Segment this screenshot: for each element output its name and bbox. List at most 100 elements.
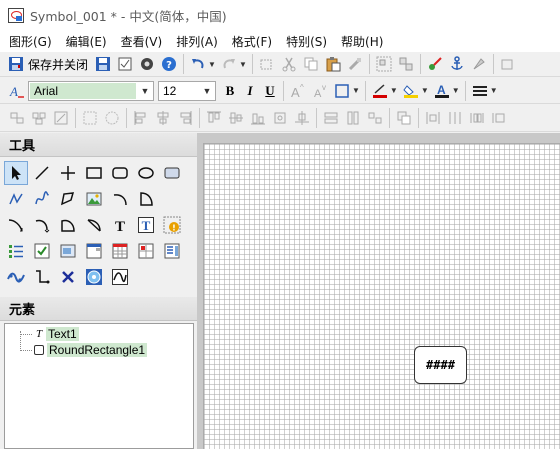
events-button[interactable] <box>469 54 489 74</box>
pie-tool[interactable] <box>134 187 158 211</box>
align-middle-button[interactable] <box>226 108 246 128</box>
chevron-down-icon[interactable]: ▼ <box>137 82 153 100</box>
bold-button[interactable]: B <box>220 83 240 99</box>
font-color-dropdown-icon[interactable]: ▼ <box>452 86 460 95</box>
italic-button[interactable]: I <box>240 83 260 99</box>
font-size-combo[interactable]: 12 ▼ <box>158 80 216 101</box>
anchor-button[interactable] <box>447 54 467 74</box>
properties-button[interactable] <box>115 54 135 74</box>
space-equal-button[interactable] <box>467 108 487 128</box>
border-dropdown-icon[interactable]: ▼ <box>352 86 360 95</box>
polygon-tool[interactable] <box>56 187 80 211</box>
pointer-tool[interactable] <box>4 161 28 185</box>
align-button-3[interactable] <box>51 108 71 128</box>
delete-tool[interactable] <box>56 265 80 289</box>
freehand-tool[interactable] <box>30 187 54 211</box>
table-tool[interactable] <box>108 239 132 263</box>
curve-tool[interactable] <box>30 213 54 237</box>
form-tool[interactable] <box>160 239 184 263</box>
underline-button[interactable]: U <box>260 83 280 99</box>
arc-tool[interactable] <box>108 187 132 211</box>
align-right-button[interactable] <box>175 108 195 128</box>
text-style-button[interactable]: A <box>7 81 27 101</box>
closed-curve-tool[interactable] <box>56 213 80 237</box>
border-button[interactable] <box>332 81 352 101</box>
align-button-5[interactable] <box>102 108 122 128</box>
tree-item-roundrectangle1[interactable]: RoundRectangle1 <box>5 342 148 358</box>
chevron-down-icon[interactable]: ▼ <box>199 82 215 100</box>
menu-edit[interactable]: 编辑(E) <box>59 33 114 50</box>
globe-tool[interactable] <box>82 265 106 289</box>
rectangle-tool[interactable] <box>82 161 106 185</box>
menu-arrange[interactable]: 排列(A) <box>169 33 225 50</box>
image-tool[interactable] <box>82 187 106 211</box>
checkbox-tool[interactable] <box>30 239 54 263</box>
rounded-rectangle-tool[interactable] <box>108 161 132 185</box>
format-painter-button[interactable] <box>345 54 365 74</box>
align-button-4[interactable] <box>80 108 100 128</box>
align-top-button[interactable] <box>204 108 224 128</box>
connector-tool[interactable] <box>30 265 54 289</box>
line-tool[interactable] <box>30 161 54 185</box>
line-color-dropdown-icon[interactable]: ▼ <box>390 86 398 95</box>
line-color-button[interactable] <box>370 81 390 101</box>
button-rect-tool[interactable] <box>160 161 184 185</box>
redo-dropdown-icon[interactable]: ▼ <box>239 60 247 69</box>
menu-format[interactable]: 格式(F) <box>225 33 279 50</box>
polyline-tool[interactable] <box>4 187 28 211</box>
save-button[interactable] <box>93 54 113 74</box>
undo-button[interactable] <box>188 54 208 74</box>
list-tool[interactable] <box>4 239 28 263</box>
line-style-dropdown-icon[interactable]: ▼ <box>490 86 498 95</box>
center-button[interactable] <box>292 108 312 128</box>
select-button[interactable] <box>257 54 277 74</box>
ungroup-button[interactable] <box>396 54 416 74</box>
font-name-combo[interactable]: Arial ▼ <box>28 80 154 101</box>
same-width-button[interactable] <box>321 108 341 128</box>
ellipse-tool[interactable] <box>134 161 158 185</box>
space-vert-button[interactable] <box>445 108 465 128</box>
copy-button[interactable] <box>301 54 321 74</box>
grid-tool[interactable] <box>134 239 158 263</box>
align-button-1[interactable] <box>7 108 27 128</box>
line-style-button[interactable] <box>470 81 490 101</box>
chord-tool[interactable] <box>82 213 106 237</box>
help-button[interactable]: ? <box>159 54 179 74</box>
align-center-button[interactable] <box>153 108 173 128</box>
increase-font-button[interactable]: A ^ <box>288 81 308 101</box>
decrease-font-button[interactable]: Av <box>310 81 330 101</box>
menu-graphic[interactable]: 图形(G) <box>2 33 59 50</box>
group-button[interactable] <box>374 54 394 74</box>
spline-tool[interactable] <box>4 213 28 237</box>
paste-button[interactable] <box>323 54 343 74</box>
wave-tool[interactable] <box>4 265 28 289</box>
warning-tool[interactable]: ! <box>160 213 184 237</box>
save-and-close-button[interactable]: 保存并关闭 <box>6 54 90 74</box>
textbox-tool[interactable]: T <box>134 213 158 237</box>
redo-button[interactable] <box>219 54 239 74</box>
round-rectangle-shape[interactable]: #### <box>414 346 467 384</box>
bring-front-button[interactable] <box>394 108 414 128</box>
align-button-2[interactable] <box>29 108 49 128</box>
distribute-button[interactable] <box>270 108 290 128</box>
cut-button[interactable] <box>279 54 299 74</box>
space-horiz-button[interactable] <box>423 108 443 128</box>
extra-button[interactable] <box>498 54 518 74</box>
fill-color-dropdown-icon[interactable]: ▼ <box>421 86 429 95</box>
tree-item-text1[interactable]: T Text1 <box>5 326 79 342</box>
record-button[interactable] <box>137 54 157 74</box>
space-more-button[interactable] <box>489 108 509 128</box>
trend-tool[interactable] <box>108 265 132 289</box>
fill-color-button[interactable] <box>401 81 421 101</box>
menu-view[interactable]: 查看(V) <box>114 33 170 50</box>
panel-tool[interactable] <box>82 239 106 263</box>
font-color-button[interactable]: A <box>432 81 452 101</box>
drawing-canvas[interactable]: #### <box>203 143 560 449</box>
align-bottom-button[interactable] <box>248 108 268 128</box>
menu-help[interactable]: 帮助(H) <box>334 33 390 50</box>
align-left-button[interactable] <box>131 108 151 128</box>
undo-dropdown-icon[interactable]: ▼ <box>208 60 216 69</box>
static-text-tool[interactable]: T <box>108 213 132 237</box>
cross-tool[interactable] <box>56 161 80 185</box>
same-height-button[interactable] <box>343 108 363 128</box>
